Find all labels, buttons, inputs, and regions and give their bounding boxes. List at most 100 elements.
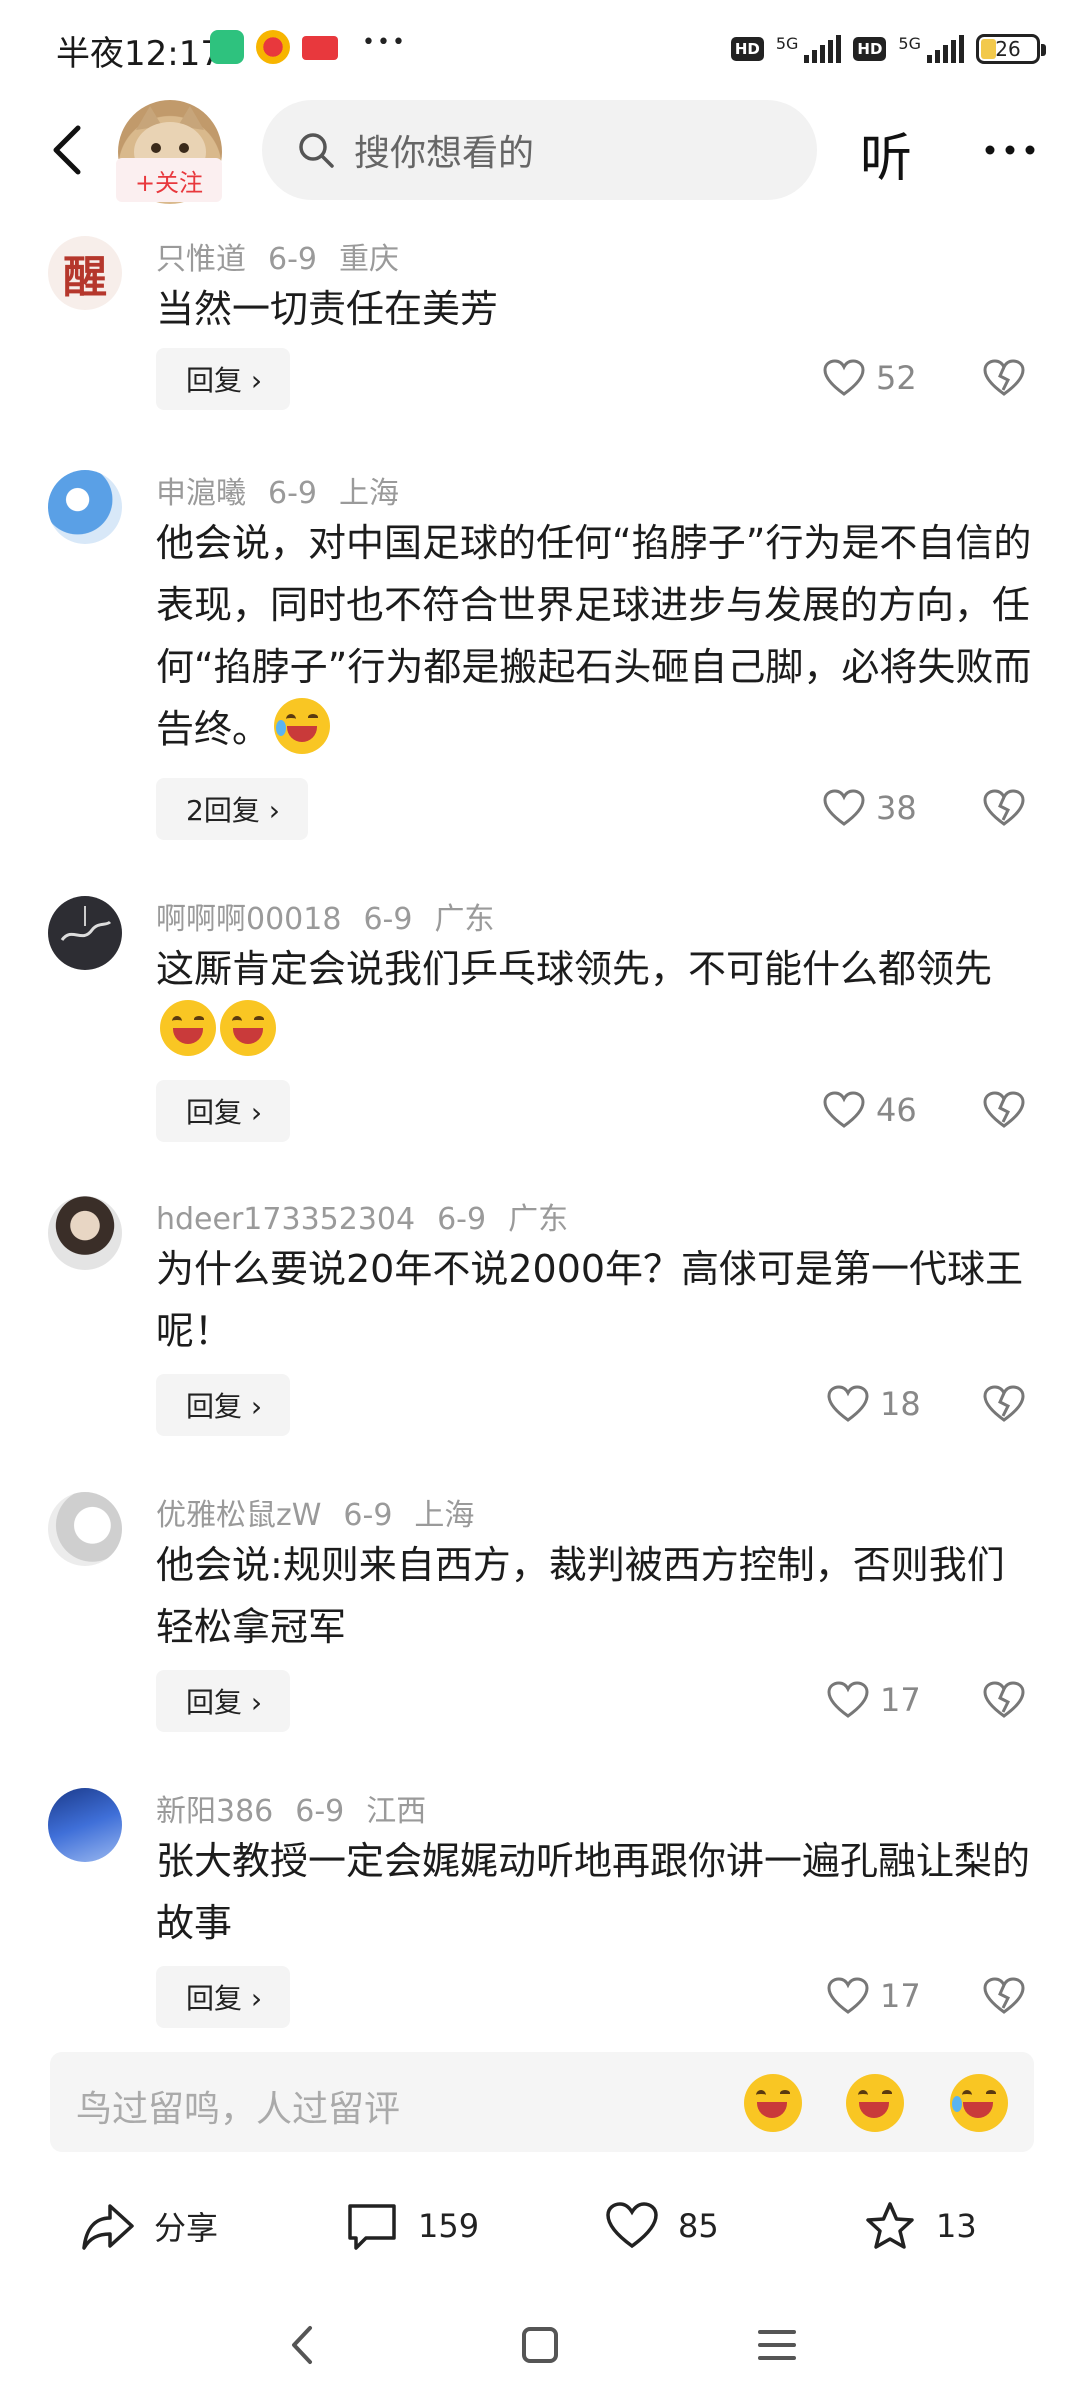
reply-button[interactable]: 回复 ›: [156, 1670, 291, 1732]
broken-heart-icon[interactable]: [982, 358, 1026, 398]
comment-date: 6-9: [268, 476, 317, 511]
nav-menu-icon[interactable]: [752, 2320, 802, 2370]
back-arrow-icon[interactable]: [40, 120, 100, 180]
comment-user[interactable]: 申滬曦: [156, 476, 246, 511]
nav-home-icon[interactable]: [515, 2320, 565, 2370]
heart-icon: [606, 2202, 658, 2249]
hd-icon: HD: [730, 37, 764, 61]
comment-user[interactable]: 只惟道: [156, 242, 246, 277]
share-icon: [82, 2204, 134, 2250]
comment-meta: hdeer173352304 6-9 广东: [156, 1194, 590, 1238]
heart-icon: [827, 1977, 869, 2014]
listen-button[interactable]: 听: [860, 116, 912, 191]
comment-text-body: 这厮肯定会说我们乒乓球领先，不可能什么都领先: [156, 947, 993, 991]
status-time: 半夜12:17: [56, 34, 222, 74]
comments-count: 159: [418, 2207, 480, 2245]
comment-item: hdeer173352304 6-9 广东 为什么要说20年不说2000年？高俅可是…: [0, 1194, 1080, 1454]
search-bar[interactable]: 搜你想看的: [262, 100, 817, 200]
like-count: 18: [880, 1385, 921, 1423]
like-button[interactable]: 17: [826, 1976, 921, 2016]
user-avatar[interactable]: [48, 1492, 122, 1566]
crying-laughing-emoji-icon: [274, 698, 331, 754]
reply-button[interactable]: 2回复 ›: [156, 778, 308, 840]
comment-date: 6-9: [343, 1498, 393, 1533]
favorite-button[interactable]: 13: [862, 2200, 977, 2252]
like-count: 46: [876, 1091, 917, 1129]
comment-text: 他会说，对中国足球的任何“掐脖子”行为是不自信的表现，同时也不符合世界足球进步与…: [156, 512, 1036, 760]
comment-meta: 优雅松鼠zW 6-9 上海: [156, 1490, 496, 1534]
comment-date: 6-9: [363, 902, 413, 937]
broken-heart-icon[interactable]: [982, 1384, 1026, 1424]
rofl-emoji-icon[interactable]: [950, 2074, 1008, 2132]
user-avatar[interactable]: [48, 1196, 122, 1270]
heart-icon: [827, 1681, 869, 1718]
like-article-button[interactable]: 85: [604, 2200, 719, 2252]
search-icon: [299, 133, 334, 168]
comment-location: 广东: [434, 902, 495, 937]
battery-level: 26: [995, 37, 1021, 61]
broken-heart-icon[interactable]: [982, 1090, 1026, 1130]
comment-meta: 申滬曦 6-9 上海: [156, 468, 421, 512]
like-button[interactable]: 18: [826, 1384, 921, 1424]
grinning-emoji-icon[interactable]: [744, 2074, 802, 2132]
grinning-emoji-icon: [220, 1000, 276, 1056]
follow-button[interactable]: +关注: [116, 158, 222, 202]
user-avatar[interactable]: [48, 1788, 122, 1862]
signal-icon: [804, 35, 842, 63]
like-button[interactable]: 52: [822, 358, 917, 398]
weibo-app-icon: [256, 30, 290, 64]
nav-back-icon[interactable]: [278, 2320, 328, 2370]
shield-app-icon: [210, 30, 244, 64]
reply-button[interactable]: 回复 ›: [156, 1374, 291, 1436]
avatar-art: [60, 906, 112, 942]
comment-item: 啊啊啊00018 6-9 广东 这厮肯定会说我们乒乓球领先，不可能什么都领先 回复 …: [0, 894, 1080, 1154]
comment-text: 张大教授一定会娓娓动听地再跟你讲一遍孔融让梨的故事: [156, 1839, 1031, 1945]
comment-user[interactable]: 优雅松鼠zW: [156, 1498, 321, 1533]
battery-icon: 26: [976, 34, 1046, 64]
share-button[interactable]: 分享: [80, 2200, 218, 2252]
comment-input[interactable]: 鸟过留鸣，人过留评: [50, 2052, 1034, 2152]
comment-location: 重庆: [339, 242, 399, 277]
comments-button[interactable]: 159: [344, 2200, 479, 2252]
favorites-count: 13: [936, 2207, 977, 2245]
heart-icon: [823, 789, 865, 826]
comment-text: 当然一切责任在美芳: [156, 287, 499, 331]
user-avatar[interactable]: [48, 896, 122, 970]
star-icon: [866, 2202, 914, 2249]
user-avatar[interactable]: [48, 470, 122, 544]
comment-date: 6-9: [295, 1794, 345, 1829]
like-count: 17: [880, 1681, 921, 1719]
broken-heart-icon[interactable]: [982, 788, 1026, 828]
more-options-icon[interactable]: [980, 130, 1040, 170]
comment-meta: 只惟道 6-9 重庆: [156, 234, 421, 278]
comment-item: 新阳386 6-9 江西 张大教授一定会娓娓动听地再跟你讲一遍孔融让梨的故事 回复 …: [0, 1786, 1080, 2036]
comment-location: 广东: [508, 1202, 569, 1237]
comment-user[interactable]: 啊啊啊00018: [156, 902, 341, 937]
network-type: 5G: [898, 34, 921, 53]
comment-date: 6-9: [268, 242, 317, 277]
comment-text: 他会说:规则来自西方，裁判被西方控制，否则我们轻松拿冠军: [156, 1543, 1005, 1649]
broken-heart-icon[interactable]: [982, 1976, 1026, 2016]
comment-text: 为什么要说20年不说2000年？高俅可是第一代球王呢！: [156, 1247, 1024, 1353]
grimacing-emoji-icon[interactable]: [846, 2074, 904, 2132]
user-avatar[interactable]: 醒: [48, 236, 122, 310]
comment-user[interactable]: hdeer173352304: [156, 1202, 415, 1237]
like-button[interactable]: 17: [826, 1680, 921, 1720]
comment-user[interactable]: 新阳386: [156, 1794, 273, 1829]
reply-button[interactable]: 回复 ›: [156, 1080, 291, 1142]
like-button[interactable]: 46: [822, 1090, 917, 1130]
likes-count: 85: [678, 2207, 719, 2245]
like-count: 38: [876, 789, 917, 827]
comment-meta: 新阳386 6-9 江西: [156, 1786, 448, 1830]
like-count: 52: [876, 359, 917, 397]
reply-button[interactable]: 回复 ›: [156, 348, 291, 410]
like-button[interactable]: 38: [822, 788, 917, 828]
search-placeholder: 搜你想看的: [354, 133, 535, 174]
like-count: 17: [880, 1977, 921, 2015]
reply-button[interactable]: 回复 ›: [156, 1966, 291, 2028]
bottom-action-bar: 分享 159 85 13: [0, 2180, 1080, 2280]
avatar-glyph: 醒: [63, 252, 107, 303]
comment-input-placeholder: 鸟过留鸣，人过留评: [76, 2089, 401, 2130]
broken-heart-icon[interactable]: [982, 1680, 1026, 1720]
comment-item: 申滬曦 6-9 上海 他会说，对中国足球的任何“掐脖子”行为是不自信的表现，同时也不…: [0, 468, 1080, 858]
